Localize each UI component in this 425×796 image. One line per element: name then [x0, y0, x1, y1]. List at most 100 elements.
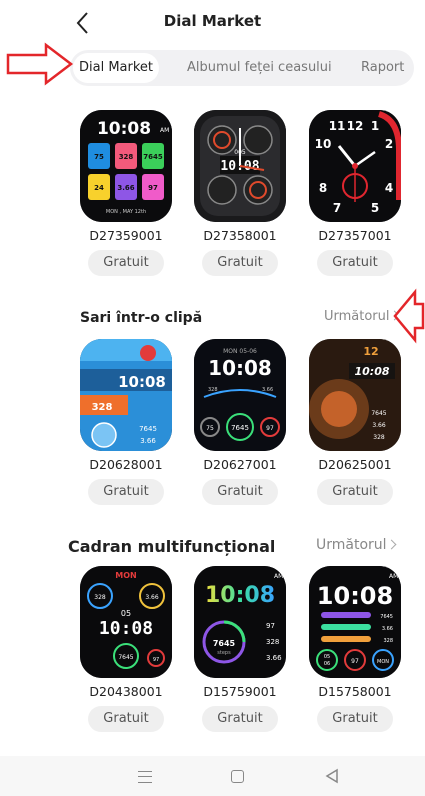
watch-face-preview[interactable]: MON 05-06 10:08 328 3.66 7645 97 75	[194, 339, 286, 451]
next-link-label: Următorul	[316, 537, 387, 553]
svg-text:MON: MON	[115, 571, 136, 580]
dial-time: 10:08	[99, 618, 153, 639]
svg-text:7645: 7645	[213, 639, 236, 648]
free-button[interactable]: Gratuit	[202, 250, 278, 276]
free-button[interactable]: Gratuit	[88, 706, 164, 732]
watch-face-preview[interactable]: 12 10:08 7645 3.66 328	[309, 339, 401, 451]
svg-text:11: 11	[329, 119, 346, 133]
svg-text:97: 97	[148, 184, 158, 192]
dial-ampm: AM	[160, 127, 169, 134]
svg-text:2: 2	[385, 137, 393, 151]
svg-text:05: 05	[324, 654, 330, 660]
svg-text:7645: 7645	[231, 424, 249, 432]
svg-text:steps: steps	[217, 650, 231, 656]
svg-text:5: 5	[371, 201, 379, 215]
svg-text:328: 328	[373, 434, 385, 441]
dial-time: 10:08	[97, 119, 151, 139]
annotation-arrow-icon	[6, 42, 74, 86]
svg-text:24: 24	[94, 184, 104, 192]
tab-report[interactable]: Raport	[361, 50, 404, 86]
free-button[interactable]: Gratuit	[202, 706, 278, 732]
free-button[interactable]: Gratuit	[317, 706, 393, 732]
svg-text:328: 328	[208, 387, 218, 393]
dial-code: D15759001	[203, 684, 277, 699]
dial-time: 10:08	[118, 373, 166, 391]
dial-code: D27358001	[203, 228, 277, 243]
header: Dial Market	[0, 0, 425, 44]
watch-face-preview[interactable]: AM 10:08 7645 steps 97 328 3.66	[194, 566, 286, 678]
svg-text:3.66: 3.66	[266, 654, 282, 662]
tab-dial-market[interactable]: Dial Market	[73, 53, 160, 83]
system-nav-bar	[0, 756, 425, 796]
svg-text:75: 75	[94, 153, 104, 161]
svg-text:05: 05	[121, 609, 131, 618]
svg-text:10: 10	[315, 137, 332, 151]
free-button[interactable]: Gratuit	[202, 479, 278, 505]
svg-text:3.66: 3.66	[382, 626, 393, 632]
svg-text:7645: 7645	[371, 410, 386, 417]
svg-text:3.66: 3.66	[262, 387, 273, 393]
tab-bar: Dial Market Albumul feței ceasului Rapor…	[70, 50, 414, 86]
tab-watch-face-album[interactable]: Albumul feței ceasului	[187, 50, 332, 86]
annotation-arrow-icon	[393, 288, 425, 344]
next-link-label: Următorul	[324, 309, 390, 324]
svg-text:4: 4	[385, 181, 393, 195]
dial-time: 10:08	[208, 356, 272, 380]
free-button[interactable]: Gratuit	[317, 479, 393, 505]
free-button[interactable]: Gratuit	[317, 250, 393, 276]
svg-text:1: 1	[371, 119, 379, 133]
chevron-right-icon	[386, 539, 396, 550]
svg-text:12: 12	[363, 345, 378, 358]
svg-text:328: 328	[92, 402, 113, 413]
dial-code: D27359001	[89, 228, 163, 243]
watch-face-preview[interactable]: 10:08 AM 75 328 7645 24 3.66 97 MON , MA…	[80, 110, 172, 222]
dial-time: 10:08	[317, 582, 393, 610]
svg-text:MON , MAY 12th: MON , MAY 12th	[106, 209, 146, 215]
watch-face-preview[interactable]: 10:08 005	[194, 110, 286, 222]
page-title: Dial Market	[163, 12, 262, 30]
svg-text:75: 75	[206, 425, 214, 432]
svg-text:97: 97	[266, 622, 275, 630]
dial-code: D20438001	[89, 684, 163, 699]
watch-face-preview[interactable]: 10:08 328 7645 3.66	[80, 339, 172, 451]
dial-code: D20625001	[318, 457, 392, 472]
svg-text:3.66: 3.66	[140, 437, 156, 445]
dial-time: 10:08	[205, 583, 275, 608]
watch-face-preview[interactable]: 11 12 1 10 2 8 4 7 5	[309, 110, 401, 222]
svg-text:7645: 7645	[380, 614, 393, 620]
svg-text:3.66: 3.66	[117, 184, 134, 192]
svg-text:06: 06	[324, 661, 330, 667]
watch-face-preview[interactable]: MON 328 3.66 05 10:08 7645 97	[80, 566, 172, 678]
svg-text:328: 328	[266, 638, 279, 646]
dial-time: 10:08	[354, 365, 389, 378]
svg-text:7: 7	[333, 201, 341, 215]
section-title: Sari într-o clipă	[80, 310, 203, 326]
svg-text:3.66: 3.66	[372, 422, 386, 429]
next-link[interactable]: Următorul	[316, 537, 396, 553]
svg-text:12: 12	[347, 119, 364, 133]
dial-code: D27357001	[318, 228, 392, 243]
svg-text:7645: 7645	[143, 153, 163, 161]
svg-text:8: 8	[319, 181, 327, 195]
svg-text:AM: AM	[389, 573, 398, 580]
free-button[interactable]: Gratuit	[88, 479, 164, 505]
dial-code: D20627001	[203, 457, 277, 472]
svg-text:97: 97	[266, 425, 274, 432]
svg-text:3.66: 3.66	[145, 594, 159, 601]
svg-text:328: 328	[119, 153, 134, 161]
svg-text:328: 328	[94, 594, 106, 601]
section-title: Cadran multifuncțional	[68, 537, 276, 556]
svg-text:97: 97	[153, 657, 159, 663]
home-icon[interactable]	[231, 770, 244, 783]
watch-face-preview[interactable]: AM 10:08 7645 3.66 328 05 06 97 MON	[309, 566, 401, 678]
back-triangle-icon[interactable]	[325, 768, 339, 784]
free-button[interactable]: Gratuit	[88, 250, 164, 276]
svg-text:MON 05-06: MON 05-06	[223, 348, 257, 355]
svg-text:AM: AM	[274, 573, 283, 580]
dial-code: D20628001	[89, 457, 163, 472]
svg-text:MON: MON	[377, 659, 389, 665]
svg-text:7645: 7645	[139, 425, 157, 433]
next-link[interactable]: Următorul	[324, 309, 399, 324]
svg-text:7645: 7645	[118, 654, 133, 661]
menu-icon[interactable]	[138, 771, 152, 783]
